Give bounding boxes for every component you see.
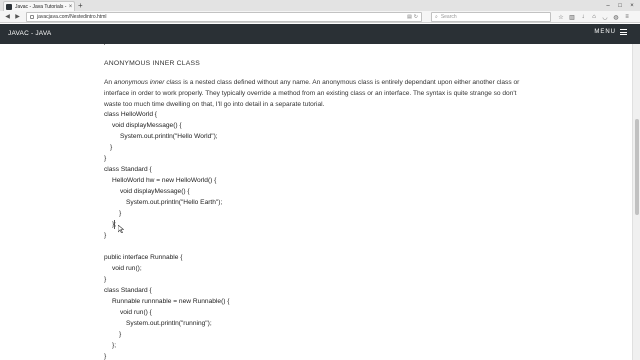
url-text: javacjava.com/Nestedintro.html [37, 14, 107, 20]
stray-mark: / [104, 44, 106, 47]
reload-icon[interactable]: ↻ [414, 14, 418, 20]
shield-icon[interactable]: ◍ [611, 12, 621, 22]
pocket-icon[interactable]: ◡ [600, 12, 610, 22]
site-menu-button[interactable]: MENU [594, 29, 627, 35]
forward-icon[interactable]: ▶ [13, 12, 22, 21]
code-line: class Standard { [104, 287, 152, 294]
browser-nav-bar: ◀ ▶ javacjava.com/Nestedintro.html ▤ ↻ ⌕… [0, 11, 640, 23]
code-line: System.out.println("running"); [126, 320, 212, 327]
download-icon[interactable]: ↓ [578, 12, 588, 22]
search-icon: ⌕ [435, 14, 438, 20]
tab-title: Javac - Java Tutorials - Intr... [15, 3, 67, 10]
tab-close-icon[interactable]: × [67, 4, 74, 10]
code-line: void displayMessage() { [120, 188, 190, 195]
bookmark-star-icon[interactable]: ☆ [556, 12, 566, 22]
lock-icon [30, 15, 34, 19]
url-bar[interactable]: javacjava.com/Nestedintro.html ▤ ↻ [26, 12, 422, 22]
code-line: Runnable runnnable = new Runnable() { [112, 298, 230, 305]
code-line: void run(); [112, 265, 142, 272]
browser-tab-bar: Javac - Java Tutorials - Intr... × + – □… [0, 0, 640, 11]
code-line: } [119, 210, 122, 217]
code-line: HelloWorld hw = new HelloWorld() { [112, 177, 217, 184]
search-bar[interactable]: ⌕ Search [431, 12, 551, 22]
code-line: void displayMessage() { [112, 122, 182, 129]
code-line: void run() { [120, 309, 152, 316]
window-controls: – □ × [602, 0, 638, 11]
maximize-button[interactable]: □ [614, 0, 626, 11]
code-line: } [104, 155, 107, 162]
code-line: public interface Runnable { [104, 254, 183, 261]
text-cursor [114, 220, 115, 229]
code-line: System.out.println("Hello Earth"); [126, 199, 223, 206]
code-line: class HelloWorld { [104, 111, 158, 118]
site-title[interactable]: JAVAC - JAVA [8, 30, 51, 37]
scrollbar-thumb[interactable] [635, 119, 639, 215]
close-window-button[interactable]: × [626, 0, 638, 11]
mouse-pointer-icon [118, 225, 124, 233]
search-placeholder: Search [440, 14, 457, 20]
menu-icon[interactable]: ≡ [622, 12, 632, 22]
browser-toolbar-icons: ☆ ▥ ↓ ⌂ ◡ ◍ ≡ [556, 12, 632, 22]
code-line: } [104, 276, 107, 283]
code-line: class Standard { [104, 166, 152, 173]
article-content: / ANONYMOUS INNER CLASS An anonymous inn… [0, 44, 632, 360]
library-icon[interactable]: ▥ [567, 12, 577, 22]
para-lead: An [104, 79, 114, 86]
site-header: JAVAC - JAVA MENU [0, 24, 640, 44]
code-line: } [110, 144, 113, 151]
back-icon[interactable]: ◀ [3, 12, 12, 21]
code-line: } [119, 331, 122, 338]
code-line: } [104, 353, 107, 360]
code-line: } [104, 232, 107, 239]
reader-icon[interactable]: ▤ [407, 14, 412, 20]
code-line: }; [112, 342, 117, 349]
para-emphasis: anonymous inner class [113, 79, 182, 86]
site-favicon-icon [6, 3, 12, 10]
page-scrollbar[interactable] [632, 44, 640, 360]
intro-paragraph: An anonymous inner class is a nested cla… [104, 77, 524, 110]
section-heading: ANONYMOUS INNER CLASS [104, 60, 200, 67]
menu-label: MENU [594, 29, 616, 35]
hamburger-icon [620, 29, 627, 35]
browser-tab[interactable]: Javac - Java Tutorials - Intr... × [3, 1, 75, 11]
code-line: System.out.println("Hello World"); [120, 133, 218, 140]
minimize-button[interactable]: – [602, 0, 614, 11]
new-tab-button[interactable]: + [78, 1, 83, 10]
home-icon[interactable]: ⌂ [589, 12, 599, 22]
